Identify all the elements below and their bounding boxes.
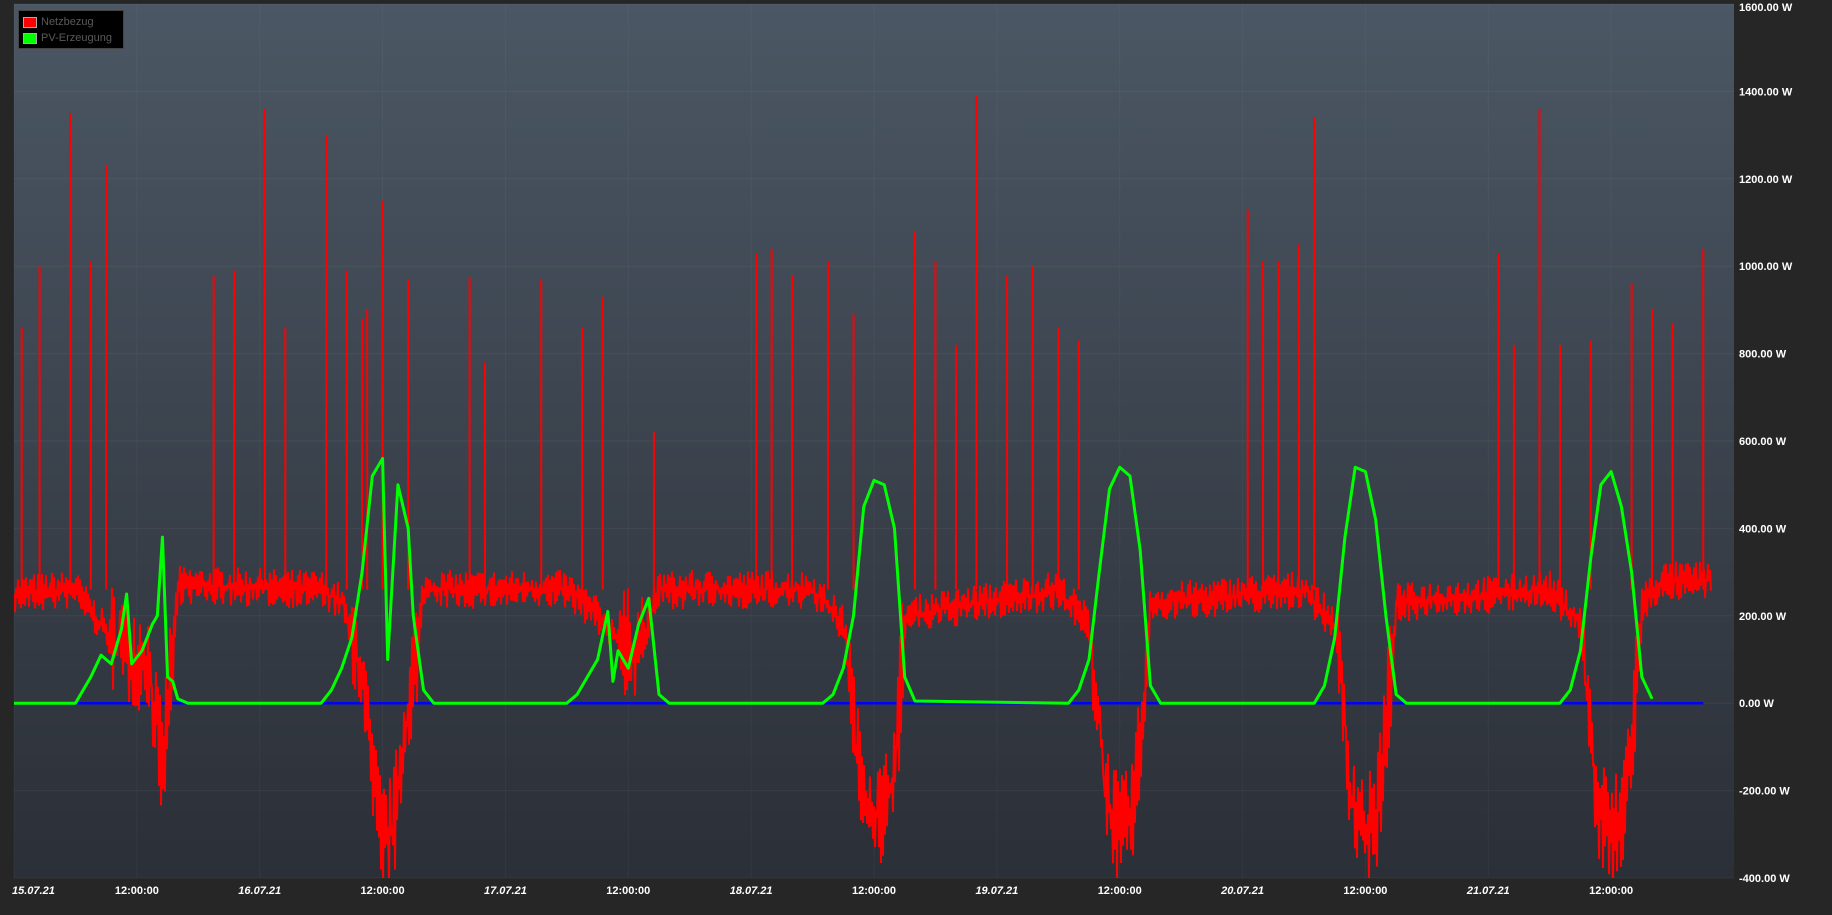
x-tick-label: 15.07.21	[12, 885, 55, 897]
x-tick-label: 19.07.21	[975, 885, 1018, 897]
legend-item-pv-erzeugung[interactable]: PV-Erzeugung	[23, 31, 112, 45]
y-tick-label: -400.00 W	[1739, 873, 1790, 885]
x-tick-label: 12:00:00	[115, 885, 159, 897]
legend-label-netzbezug: Netzbezug	[41, 16, 94, 28]
y-tick-label: 800.00 W	[1739, 349, 1787, 361]
y-tick-label: 400.00 W	[1739, 523, 1787, 535]
energy-chart: 1600.00 W 1400.00 W 1200.00 W 1000.00 W 800.…	[12, 2, 1793, 897]
x-tick-label: 12:00:00	[606, 885, 650, 897]
y-tick-label: 0.00 W	[1739, 698, 1774, 710]
x-tick-label: 12:00:00	[852, 885, 896, 897]
x-tick-label: 18.07.21	[730, 885, 773, 897]
x-tick-label: 12:00:00	[1098, 885, 1142, 897]
legend-item-netzbezug[interactable]: Netzbezug	[23, 15, 94, 29]
y-tick-label: 1400.00 W	[1739, 86, 1793, 98]
legend-swatch-pv-erzeugung	[23, 32, 37, 44]
legend: Netzbezug PV-Erzeugung	[18, 10, 124, 49]
x-tick-label: 17.07.21	[484, 885, 527, 897]
x-tick-label: 12:00:00	[1589, 885, 1633, 897]
x-axis: 15.07.21 12:00:00 16.07.21 12:00:00 17.07.21…	[12, 885, 1633, 897]
y-tick-label: -200.00 W	[1739, 786, 1790, 798]
y-tick-label: 1000.00 W	[1739, 261, 1793, 273]
legend-label-pv-erzeugung: PV-Erzeugung	[41, 32, 112, 44]
x-tick-label: 20.07.21	[1220, 885, 1264, 897]
x-tick-label: 16.07.21	[238, 885, 281, 897]
chart-frame: 1600.00 W 1400.00 W 1200.00 W 1000.00 W 800.…	[0, 0, 1832, 910]
x-tick-label: 12:00:00	[361, 885, 405, 897]
y-tick-label: 600.00 W	[1739, 436, 1787, 448]
legend-swatch-netzbezug	[23, 16, 37, 28]
y-tick-label: 1200.00 W	[1739, 174, 1793, 186]
y-tick-label: 200.00 W	[1739, 611, 1787, 623]
x-tick-label: 21.07.21	[1466, 885, 1510, 897]
y-axis: 1600.00 W 1400.00 W 1200.00 W 1000.00 W 800.…	[1739, 2, 1793, 885]
y-tick-label: 1600.00 W	[1739, 2, 1793, 14]
x-tick-label: 12:00:00	[1343, 885, 1387, 897]
